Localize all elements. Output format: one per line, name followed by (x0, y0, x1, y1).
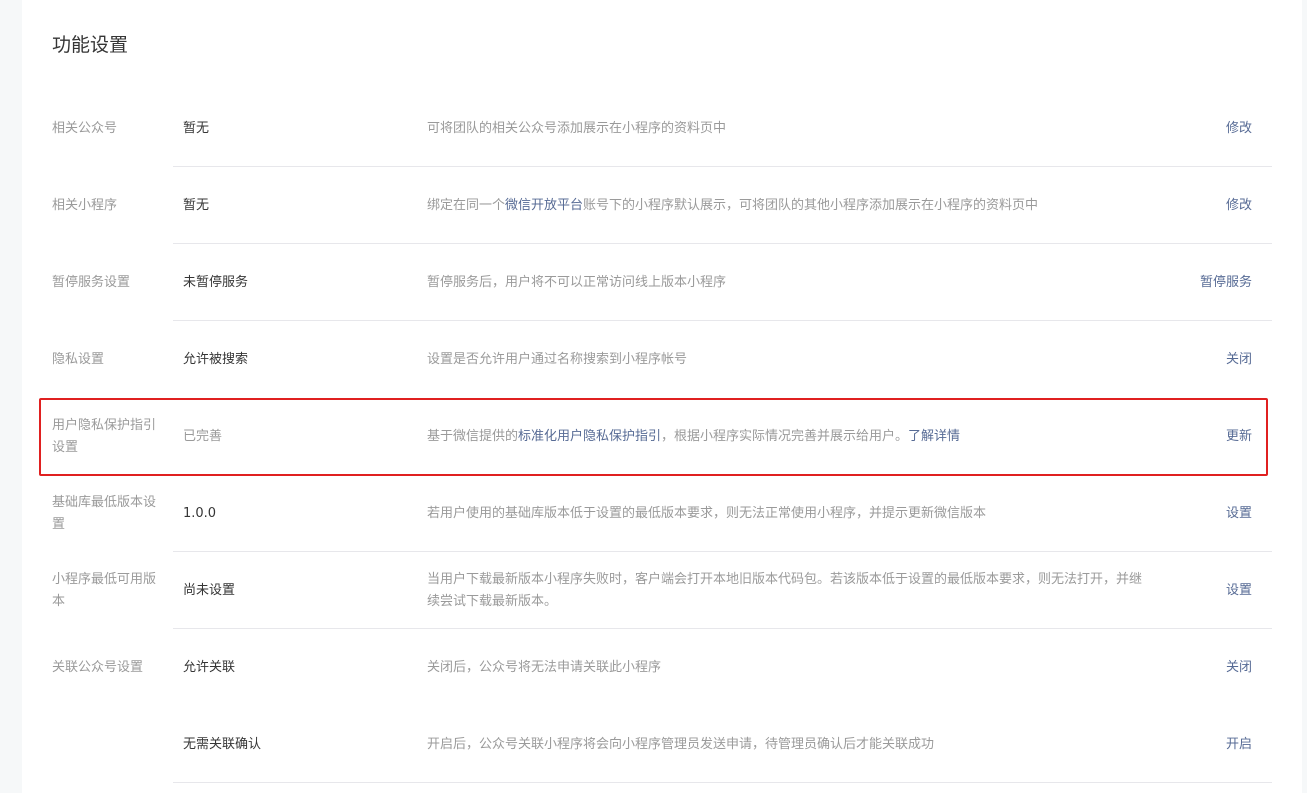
setting-description: 当用户下载最新版本小程序失败时，客户端会打开本地旧版本代码包。若该版本低于设置的… (427, 571, 1143, 609)
wechat-open-platform-link[interactable]: 微信开放平台 (505, 198, 583, 213)
setting-label: 暂停服务设置 (52, 274, 131, 290)
setting-value: 尚未设置 (183, 582, 236, 598)
setting-row-link-official-account: 关联公众号设置 允许关联 关闭后，公众号将无法申请关联此小程序 关闭 (22, 629, 1302, 706)
setting-description: 若用户使用的基础库版本低于设置的最低版本要求，则无法正常使用小程序，并提示更新微… (427, 505, 987, 521)
setting-description: 绑定在同一个微信开放平台账号下的小程序默认展示，可将团队的其他小程序添加展示在小… (427, 195, 1147, 217)
desc-text: 绑定在同一个 (427, 197, 506, 213)
enable-link-confirm-button[interactable]: 开启 (1226, 734, 1252, 756)
set-min-lib-version-button[interactable]: 设置 (1226, 503, 1252, 525)
setting-row-min-lib-version: 基础库最低版本设置 1.0.0 若用户使用的基础库版本低于设置的最低版本要求，则… (22, 475, 1302, 552)
set-min-available-version-button[interactable]: 设置 (1226, 580, 1252, 602)
setting-value: 暂无 (183, 120, 210, 136)
setting-label: 基础库最低版本设置 (52, 494, 157, 532)
highlight-box (39, 398, 1268, 476)
row-divider (173, 782, 1272, 783)
setting-label: 隐私设置 (52, 351, 105, 367)
setting-row-privacy: 隐私设置 允许被搜索 设置是否允许用户通过名称搜索到小程序帐号 关闭 (22, 321, 1302, 398)
setting-value: 无需关联确认 (183, 736, 262, 752)
setting-description: 开启后，公众号关联小程序将会向小程序管理员发送申请，待管理员确认后才能关联成功 (427, 736, 935, 752)
setting-value: 未暂停服务 (183, 274, 249, 290)
setting-description: 暂停服务后，用户将不可以正常访问线上版本小程序 (427, 274, 727, 290)
setting-row-min-available-version: 小程序最低可用版本 尚未设置 当用户下载最新版本小程序失败时，客户端会打开本地旧… (22, 552, 1302, 629)
setting-row-related-official-account: 相关公众号 暂无 可将团队的相关公众号添加展示在小程序的资料页中 修改 (22, 90, 1302, 167)
setting-value: 暂无 (183, 197, 210, 213)
setting-value: 允许关联 (183, 659, 236, 675)
page-title: 功能设置 (52, 34, 129, 56)
setting-label: 小程序最低可用版本 (52, 571, 157, 609)
modify-related-mini-program-button[interactable]: 修改 (1226, 195, 1252, 217)
setting-description: 关闭后，公众号将无法申请关联此小程序 (427, 659, 662, 675)
setting-label: 关联公众号设置 (52, 659, 144, 675)
setting-description: 设置是否允许用户通过名称搜索到小程序帐号 (427, 351, 688, 367)
setting-row-link-confirm: 无需关联确认 开启后，公众号关联小程序将会向小程序管理员发送申请，待管理员确认后… (22, 706, 1302, 783)
setting-label: 相关小程序 (52, 197, 118, 213)
close-search-button[interactable]: 关闭 (1226, 349, 1252, 371)
setting-value: 1.0.0 (183, 505, 217, 521)
setting-label: 相关公众号 (52, 120, 118, 136)
setting-description: 可将团队的相关公众号添加展示在小程序的资料页中 (427, 120, 727, 136)
close-link-button[interactable]: 关闭 (1226, 657, 1252, 679)
setting-row-pause-service: 暂停服务设置 未暂停服务 暂停服务后，用户将不可以正常访问线上版本小程序 暂停服… (22, 244, 1302, 321)
pause-service-button[interactable]: 暂停服务 (1200, 272, 1252, 294)
setting-value: 允许被搜索 (183, 351, 249, 367)
feature-settings-panel: 功能设置 相关公众号 暂无 可将团队的相关公众号添加展示在小程序的资料页中 修改… (22, 0, 1302, 793)
desc-text: 账号下的小程序默认展示，可将团队的其他小程序添加展示在小程序的资料页中 (583, 197, 1039, 213)
modify-related-official-account-button[interactable]: 修改 (1226, 118, 1252, 140)
setting-row-related-mini-program: 相关小程序 暂无 绑定在同一个微信开放平台账号下的小程序默认展示，可将团队的其他… (22, 167, 1302, 244)
